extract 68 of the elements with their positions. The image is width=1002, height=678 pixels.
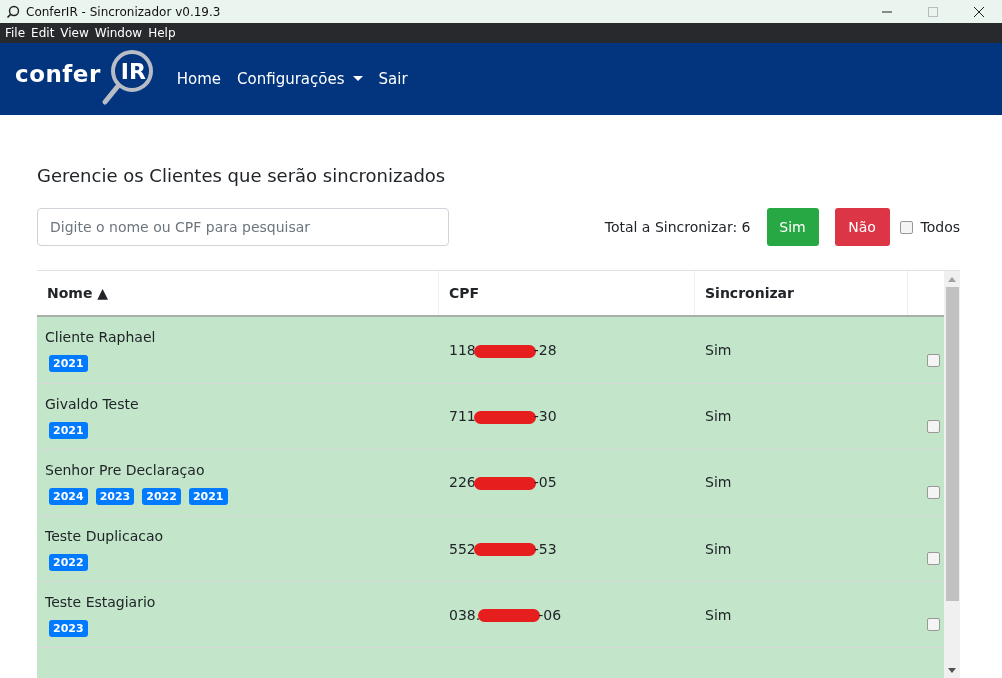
client-name: Givaldo Teste	[45, 395, 140, 412]
menu-item[interactable]: View	[59, 26, 94, 40]
checkbox[interactable]	[927, 486, 940, 499]
cpf-text: -28	[533, 342, 557, 359]
window-title: ConferIR - Sincronizador v0.19.3	[26, 4, 221, 19]
column-header[interactable]: CPF	[439, 271, 695, 316]
table-row[interactable]: Senhor Pre Declaraçao 2024 2023 2022 2021 226 -05 Sim	[37, 449, 944, 516]
nav-link[interactable]: Sair	[378, 70, 408, 88]
redaction-mark	[478, 609, 541, 623]
cpf-text: -53	[533, 540, 557, 557]
year-badge: 2023	[95, 487, 135, 505]
close-icon	[974, 6, 984, 17]
menu-item[interactable]: Edit	[30, 26, 60, 40]
client-name: Teste Estagiario	[45, 594, 157, 611]
year-badge: 2022	[142, 487, 181, 505]
redaction-mark	[473, 344, 536, 358]
redaction-mark	[473, 476, 536, 490]
column-header[interactable]: Sincronizar	[695, 271, 908, 316]
sync-status: Sim	[705, 342, 732, 359]
page-heading: Gerencie os Clientes que serão sincronizados	[37, 165, 447, 186]
cpf-text: -05	[533, 474, 557, 491]
checkbox[interactable]	[927, 618, 940, 632]
sync-status: Sim	[705, 474, 732, 491]
year-badge: 2023	[49, 620, 88, 638]
checkbox[interactable]	[899, 220, 913, 234]
cpf-text: 711	[449, 408, 476, 425]
dropdown-menu[interactable]: Configurações	[237, 70, 363, 88]
scroll-thumb[interactable]	[945, 287, 959, 601]
menu-item[interactable]: Help	[147, 26, 181, 40]
scrollbar[interactable]	[944, 271, 960, 678]
year-badge: 2021	[49, 355, 88, 373]
sync-status: Sim	[705, 408, 732, 425]
logo[interactable]: confer IR	[15, 49, 155, 109]
cpf-text: 118	[449, 342, 476, 359]
no-button[interactable]: Não	[834, 208, 890, 246]
sync-status: Sim	[705, 540, 732, 557]
nav-link[interactable]: Home	[176, 70, 222, 88]
client-name: Cliente Raphael	[45, 329, 157, 346]
cpf-text: 552	[449, 540, 476, 557]
app-icon	[6, 4, 20, 19]
year-badge: 2022	[49, 554, 88, 571]
menu-item[interactable]: File	[4, 26, 31, 40]
client-name: Teste Duplicacao	[45, 528, 165, 544]
cpf-text: -06	[538, 606, 562, 623]
checkbox[interactable]	[927, 552, 940, 566]
table-row[interactable]: Givaldo Teste 2021 711 -30 Sim	[37, 383, 944, 450]
cpf-text: -30	[533, 408, 557, 425]
table-row[interactable]: Teste Estagiario 2023 038. -06 Sim	[37, 582, 944, 649]
redaction-mark	[473, 410, 536, 424]
checkbox[interactable]	[927, 353, 940, 367]
sync-status: Sim	[705, 606, 732, 623]
redaction-mark	[473, 543, 536, 557]
total-count: Total a Sincronizar: 6	[604, 219, 751, 235]
cpf-text: 226	[449, 474, 476, 491]
year-badge: 2021	[188, 487, 228, 505]
caret-icon	[352, 76, 363, 82]
checkbox[interactable]	[927, 419, 940, 433]
table-row[interactable]: Cliente Raphael 2021 118 -28 Sim	[37, 317, 944, 384]
maximize-icon	[928, 6, 938, 17]
search-field[interactable]: Digite o nome ou CPF para pesquisar	[37, 208, 449, 246]
cpf-text: 038.	[449, 606, 481, 623]
client-name: Senhor Pre Declaraçao	[45, 461, 206, 478]
year-badge: 2021	[49, 421, 88, 439]
menu-item[interactable]: Window	[93, 26, 148, 40]
year-badge: 2024	[49, 487, 88, 505]
table-row[interactable]: Teste Duplicacao 2022 552 -53 Sim	[37, 516, 944, 583]
checkbox-label[interactable]: Todos	[920, 219, 960, 235]
column-header[interactable]: Nome ▲	[37, 271, 439, 316]
